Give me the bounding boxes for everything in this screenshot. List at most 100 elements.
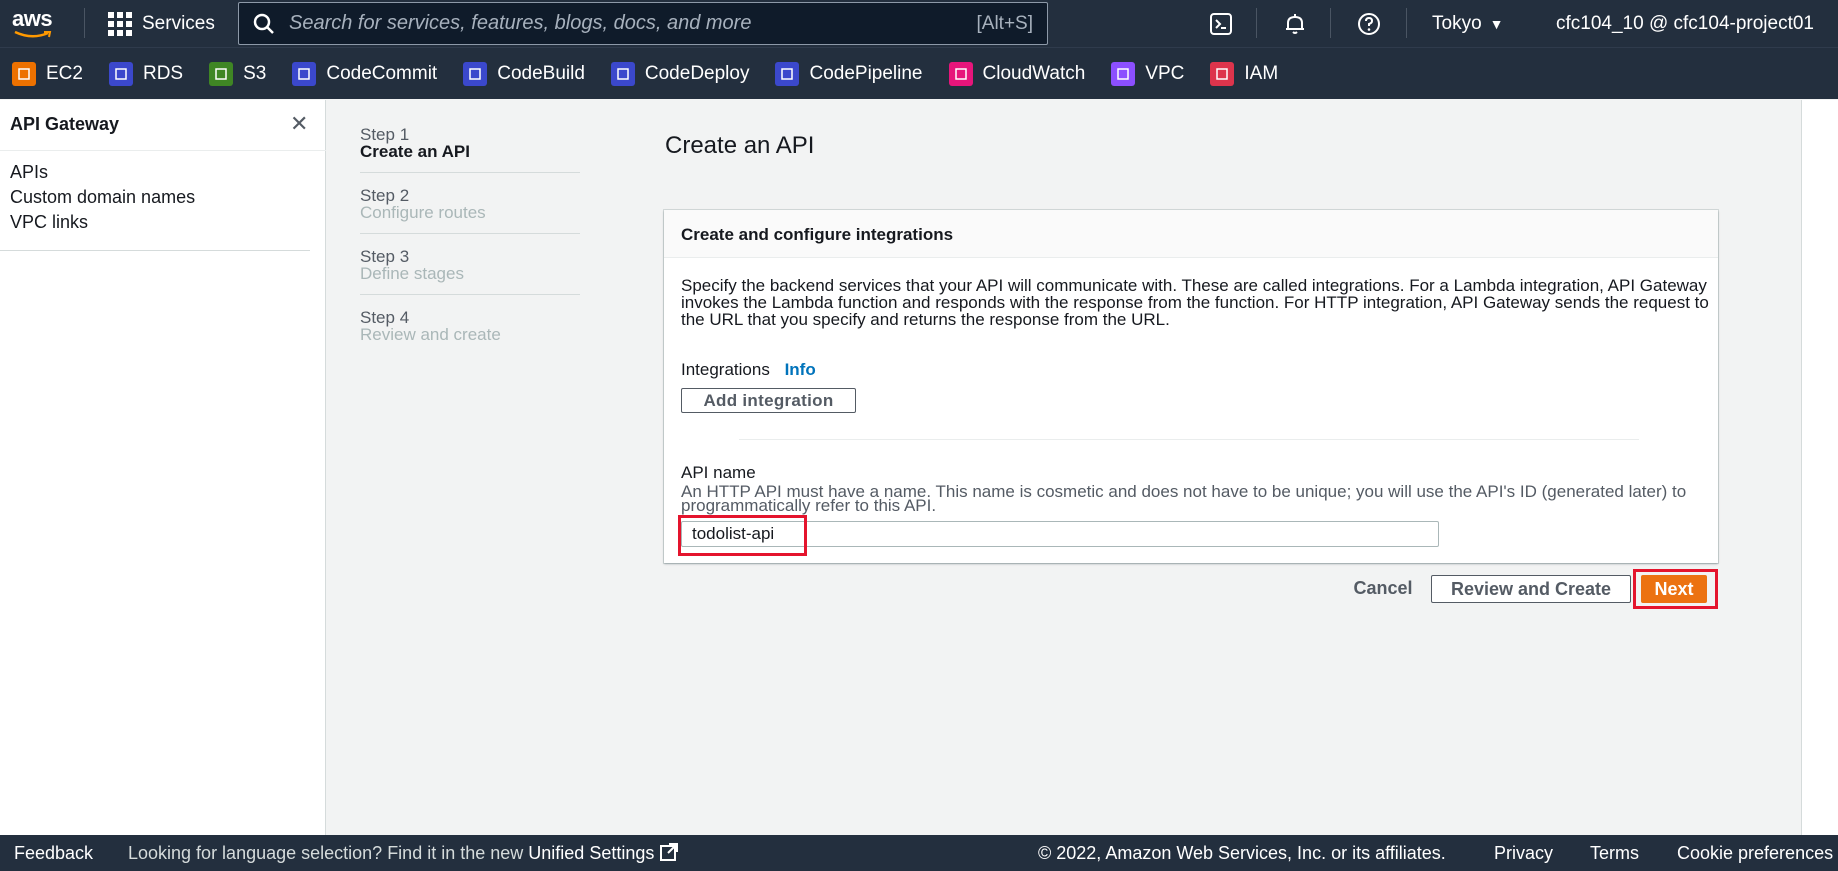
step-3: Step 3 Define stages: [360, 248, 580, 295]
add-integration-button[interactable]: Add integration: [681, 388, 856, 413]
step-number: Step 2: [360, 186, 410, 205]
integrations-label-text: Integrations: [681, 360, 770, 379]
step-number: Step 1: [360, 125, 410, 144]
favorite-iam[interactable]: IAM: [1210, 61, 1279, 86]
codecommit-service-icon: [292, 61, 317, 86]
caret-down-icon: ▼: [1489, 15, 1504, 32]
step-name: Define stages: [360, 264, 464, 283]
account-label: cfc104_10 @ cfc104-project01: [1556, 12, 1814, 34]
sidebar-item-vpc-links[interactable]: VPC links: [10, 210, 195, 235]
privacy-link[interactable]: Privacy: [1494, 843, 1553, 864]
cookie-preferences-link[interactable]: Cookie preferences: [1677, 843, 1833, 864]
favorite-label: IAM: [1244, 62, 1279, 84]
sidebar-item-custom-domain-names[interactable]: Custom domain names: [10, 185, 195, 210]
cancel-button[interactable]: Cancel: [1338, 573, 1428, 603]
help-icon[interactable]: [1354, 9, 1384, 39]
aws-smile-icon: [14, 30, 52, 38]
api-name-label: API name: [681, 463, 756, 482]
favorite-codebuild[interactable]: CodeBuild: [463, 61, 585, 86]
favorite-label: CodeDeploy: [644, 62, 750, 84]
integrations-label: Integrations Info: [681, 360, 816, 380]
nav-divider: [1330, 8, 1331, 38]
top-navigation: aws Services Search for services, featur…: [0, 0, 1838, 47]
copyright: © 2022, Amazon Web Services, Inc. or its…: [1038, 842, 1446, 863]
favorite-ec2[interactable]: EC2: [12, 61, 83, 86]
grid-icon: [108, 11, 132, 36]
api-name-description: An HTTP API must have a name. This name …: [681, 482, 1687, 515]
favorite-codedeploy[interactable]: CodeDeploy: [610, 61, 750, 86]
external-link-icon: [660, 843, 679, 861]
cloudwatch-service-icon: [948, 61, 973, 86]
page-title: Create an API: [665, 132, 815, 159]
nav-divider: [84, 8, 85, 38]
favorite-cloudwatch[interactable]: CloudWatch: [948, 61, 1086, 86]
search-placeholder: Search for services, features, blogs, do…: [289, 12, 752, 34]
cloudshell-icon[interactable]: [1206, 9, 1236, 39]
favorite-codepipeline[interactable]: CodePipeline: [775, 61, 923, 86]
favorite-label: CodeCommit: [326, 62, 438, 84]
codepipeline-service-icon: [775, 61, 800, 86]
region-label: Tokyo: [1432, 12, 1482, 34]
favorite-label: EC2: [46, 62, 83, 84]
s3-service-icon: [209, 61, 234, 86]
wizard-steps: Step 1 Create an API Step 2 Configure ro…: [360, 126, 580, 369]
favorite-s3[interactable]: S3: [209, 61, 267, 86]
region-selector[interactable]: Tokyo ▼: [1432, 0, 1504, 47]
footer: Feedback Looking for language selection?…: [0, 835, 1838, 871]
step-2: Step 2 Configure routes: [360, 187, 580, 234]
favorite-codecommit[interactable]: CodeCommit: [292, 61, 438, 86]
account-menu[interactable]: cfc104_10 @ cfc104-project01: [1556, 0, 1814, 47]
divider: [739, 439, 1639, 440]
services-label: Services: [142, 12, 215, 34]
sidebar-title: API Gateway: [10, 114, 120, 134]
codedeploy-service-icon: [610, 61, 635, 86]
step-name: Review and create: [360, 325, 501, 344]
step-number: Step 3: [360, 247, 410, 266]
unified-settings-link[interactable]: Unified Settings: [528, 843, 654, 863]
vpc-service-icon: [1111, 61, 1136, 86]
iam-service-icon: [1210, 61, 1235, 86]
favorite-label: VPC: [1145, 62, 1185, 84]
search-icon: [253, 13, 274, 34]
terms-link[interactable]: Terms: [1590, 843, 1639, 864]
main-content: Step 1 Create an API Step 2 Configure ro…: [327, 100, 1801, 835]
nav-divider: [1406, 8, 1407, 38]
language-notice-text: Looking for language selection? Find it …: [128, 843, 524, 863]
panel-heading: Create and configure integrations: [664, 210, 1718, 258]
step-name: Configure routes: [360, 203, 486, 222]
favorite-label: S3: [243, 62, 267, 84]
favorite-rds[interactable]: RDS: [108, 61, 184, 86]
favorite-label: CodeBuild: [497, 62, 585, 84]
step-4: Step 4 Review and create: [360, 309, 580, 355]
step-name: Create an API: [360, 142, 470, 161]
codebuild-service-icon: [463, 61, 488, 86]
favorite-label: CodePipeline: [809, 62, 923, 84]
favorites-bar: EC2 RDS S3 CodeCommit CodeBuild CodeDeploy Cod…: [0, 47, 1838, 99]
integrations-panel: Create and configure integrations Specif…: [664, 210, 1718, 563]
next-button[interactable]: Next: [1641, 575, 1707, 603]
step-number: Step 4: [360, 308, 410, 327]
aws-logo[interactable]: aws: [12, 6, 60, 42]
favorite-label: CloudWatch: [982, 62, 1086, 84]
search-shortcut: [Alt+S]: [976, 12, 1034, 34]
favorite-label: RDS: [142, 62, 184, 84]
bell-icon[interactable]: [1280, 9, 1310, 39]
sidebar-nav: APIs Custom domain names VPC links: [10, 160, 195, 235]
close-icon[interactable]: ✕: [290, 113, 308, 135]
rds-service-icon: [108, 61, 133, 86]
sidebar-item-apis[interactable]: APIs: [10, 160, 195, 185]
right-panel-scroll: [1801, 100, 1838, 835]
favorite-vpc[interactable]: VPC: [1111, 61, 1185, 86]
api-name-input[interactable]: [681, 521, 1439, 547]
divider: [0, 250, 310, 251]
services-menu-button[interactable]: Services: [108, 0, 215, 47]
aws-logo-text: aws: [12, 6, 53, 31]
sidebar: API Gateway ✕ APIs Custom domain names V…: [0, 100, 326, 835]
info-link[interactable]: Info: [785, 360, 816, 379]
language-notice: Looking for language selection? Find it …: [128, 842, 679, 864]
review-and-create-button[interactable]: Review and Create: [1431, 575, 1631, 603]
step-1: Step 1 Create an API: [360, 126, 580, 173]
nav-divider: [1256, 8, 1257, 38]
search-input[interactable]: Search for services, features, blogs, do…: [238, 2, 1048, 45]
feedback-link[interactable]: Feedback: [14, 843, 93, 864]
